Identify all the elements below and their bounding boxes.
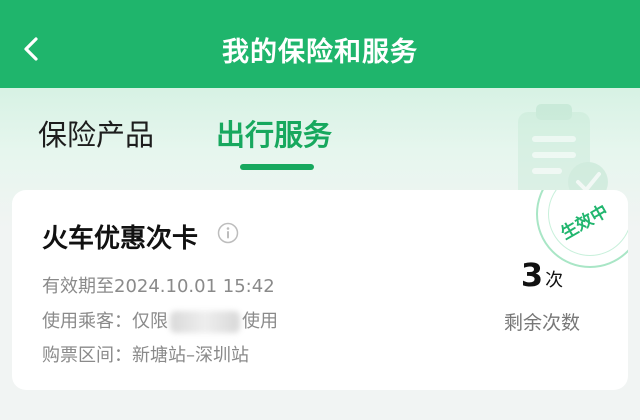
service-card[interactable]: 火车优惠次卡 有效期至2024.10.01 15:42 使用乘客：仅限 使用 购票…	[12, 190, 628, 390]
remaining-label: 剩余次数	[503, 312, 580, 334]
route-text: 购票区间：新塘站–深圳站	[42, 345, 249, 366]
tab-travel-services[interactable]: 出行服务	[216, 112, 332, 154]
tab-insurance-products[interactable]: 保险产品	[38, 112, 154, 154]
passenger-row: 使用乘客：仅限 使用	[42, 307, 278, 333]
validity-text: 有效期至2024.10.01 15:42	[42, 276, 275, 297]
passenger-prefix: 仅限	[132, 311, 168, 332]
remaining-unit: 次	[545, 270, 564, 291]
remaining-number: 3	[520, 256, 544, 294]
tab-bar: 保险产品 出行服务	[0, 112, 640, 182]
active-tab-indicator	[240, 164, 314, 170]
redacted-name	[170, 311, 240, 333]
remaining-count: 3次 剩余次数	[482, 256, 602, 335]
info-icon[interactable]	[217, 222, 239, 244]
passenger-label: 使用乘客：	[42, 311, 132, 332]
passenger-suffix: 使用	[242, 311, 278, 332]
page-title: 我的保险和服务	[222, 37, 418, 68]
top-bar: 我的保险和服务	[0, 0, 640, 100]
card-title: 火车优惠次卡	[42, 224, 199, 254]
